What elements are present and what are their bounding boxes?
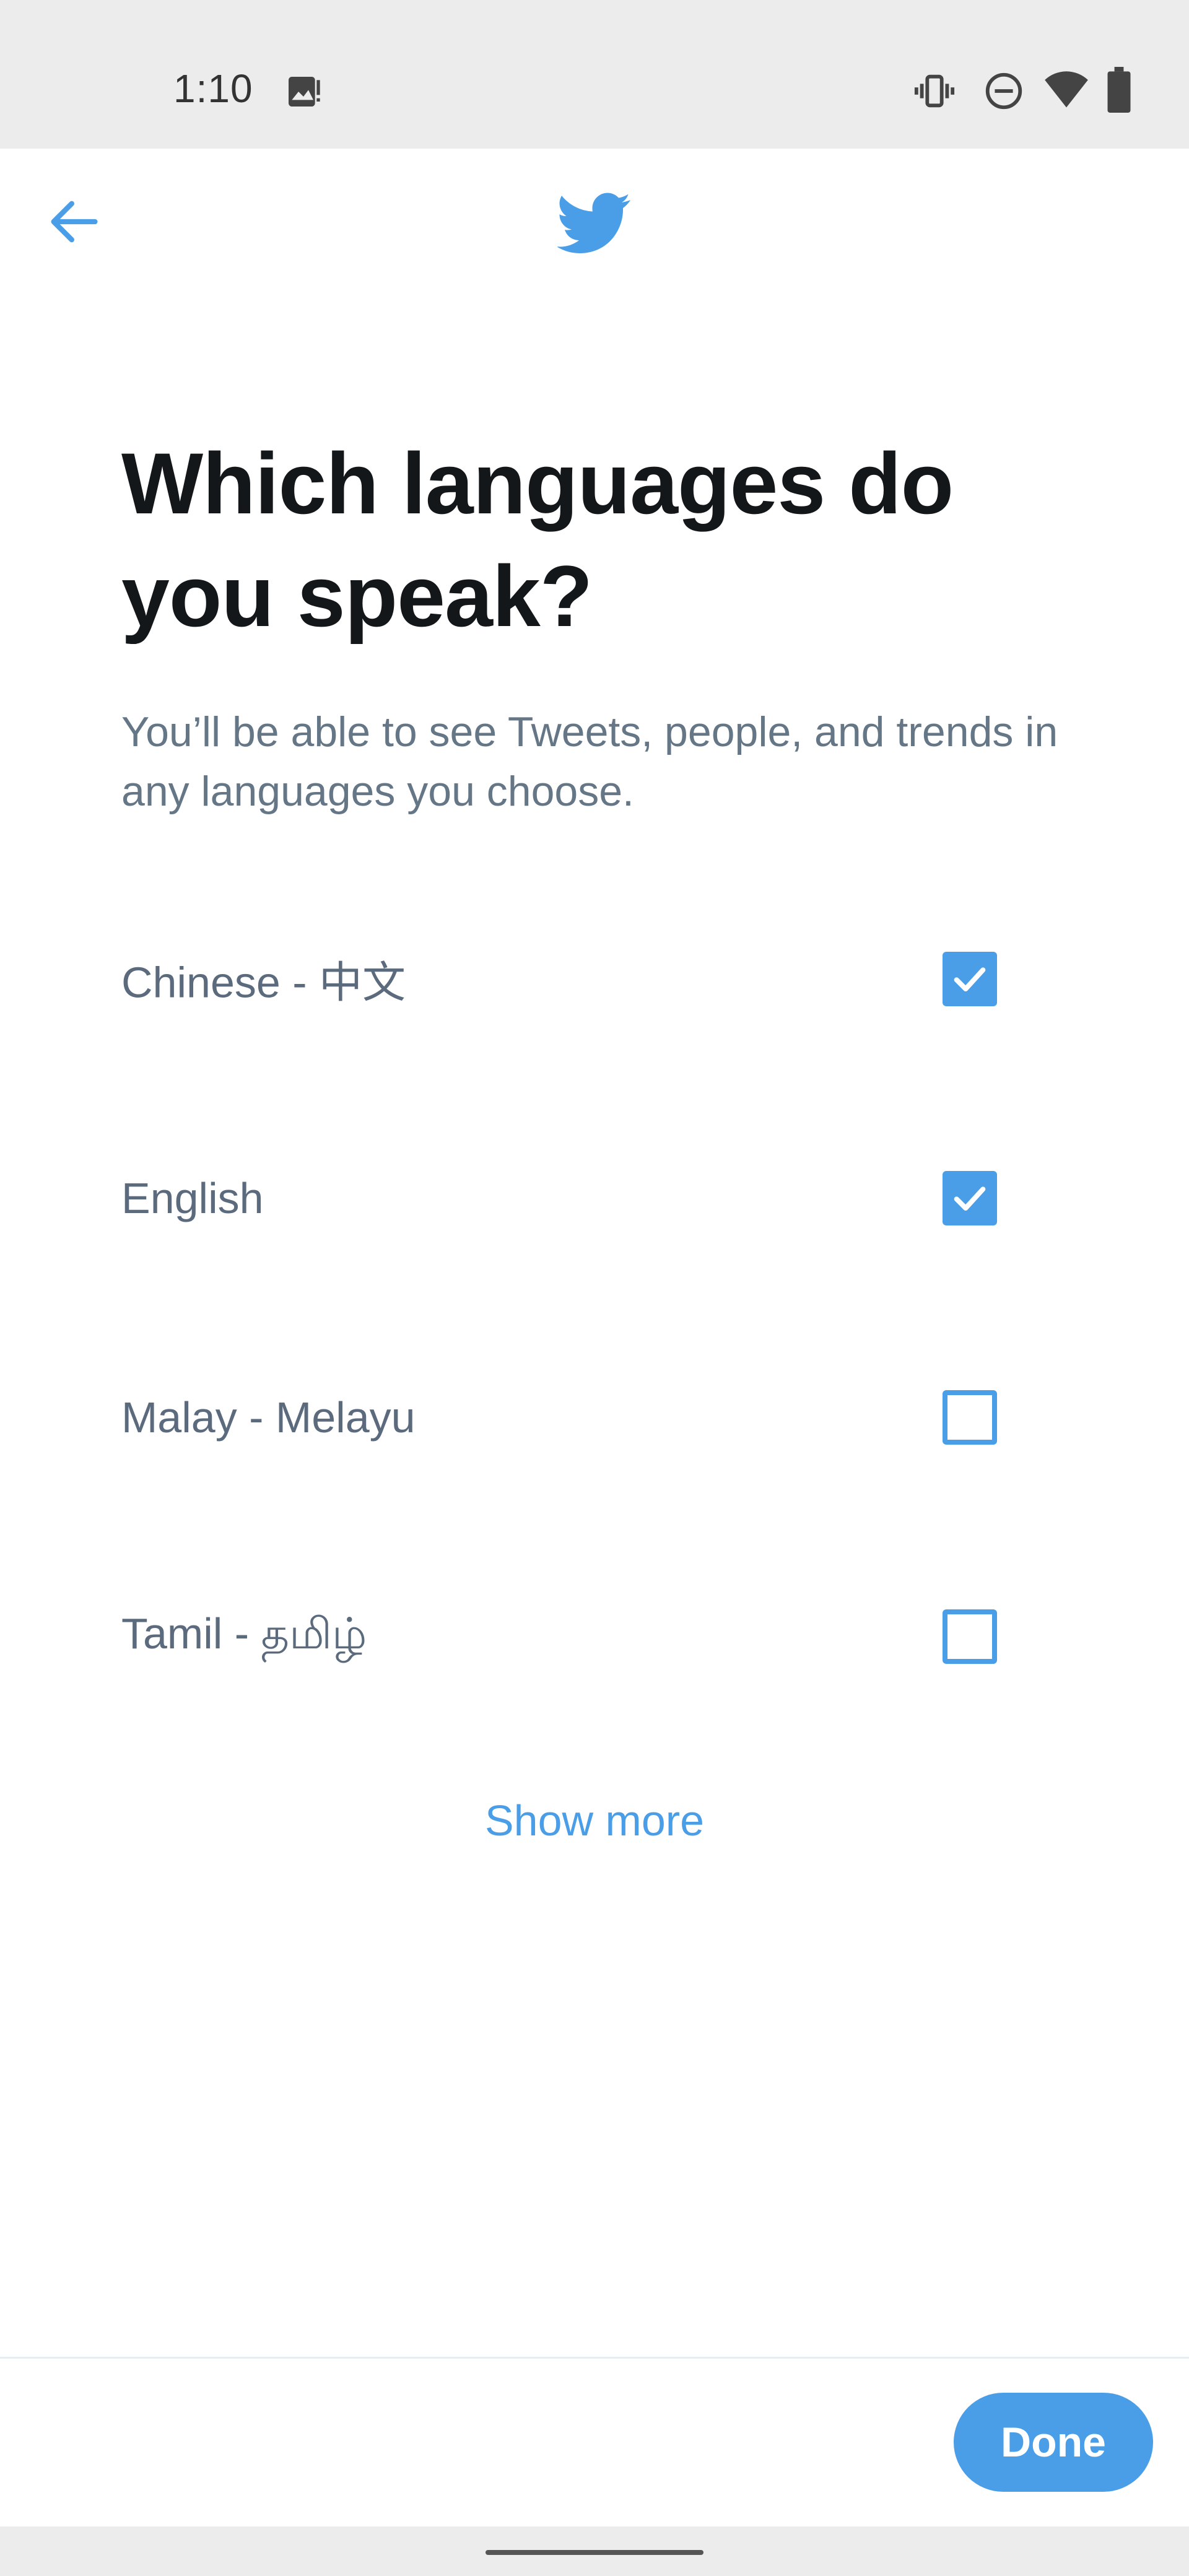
image-notification-icon: [284, 72, 323, 115]
language-checkbox-english[interactable]: [943, 1171, 997, 1225]
checkmark-icon: [954, 967, 986, 991]
home-gesture-handle[interactable]: [486, 2550, 703, 2555]
language-label: English: [121, 1174, 264, 1222]
wifi-icon: [1043, 68, 1090, 115]
language-label: Malay - Melayu: [121, 1393, 416, 1442]
show-more-link[interactable]: Show more: [0, 1796, 1189, 1845]
language-checkbox-malay[interactable]: [943, 1390, 997, 1445]
language-row-malay[interactable]: Malay - Melayu: [0, 1308, 1189, 1527]
language-checkbox-chinese[interactable]: [943, 952, 997, 1006]
page-subtitle: You’ll be able to see Tweets, people, an…: [121, 708, 1058, 815]
navigation-bar: [0, 2526, 1189, 2576]
language-row-chinese[interactable]: Chinese - 中文: [0, 869, 1189, 1089]
language-label: Tamil - தமிழ்: [121, 1609, 367, 1658]
language-row-english[interactable]: English: [0, 1089, 1189, 1308]
status-bar: 1:10: [0, 0, 1189, 149]
status-time: 1:10: [173, 66, 253, 111]
twitter-bird-icon: [556, 186, 632, 260]
language-row-tamil[interactable]: Tamil - தமிழ்: [0, 1527, 1189, 1746]
language-label: Chinese - 中文: [121, 958, 406, 1007]
checkmark-icon: [954, 1186, 986, 1211]
page-title: Which languages do you speak?: [121, 435, 954, 645]
language-checkbox-tamil[interactable]: [943, 1609, 997, 1664]
arrow-left-icon: [43, 191, 105, 256]
back-button[interactable]: [37, 186, 111, 260]
done-button[interactable]: Done: [954, 2393, 1153, 2492]
do-not-disturb-icon: [982, 69, 1026, 116]
battery-icon: [1105, 67, 1133, 116]
vibrate-icon: [913, 69, 956, 116]
footer-divider: [0, 2357, 1189, 2359]
